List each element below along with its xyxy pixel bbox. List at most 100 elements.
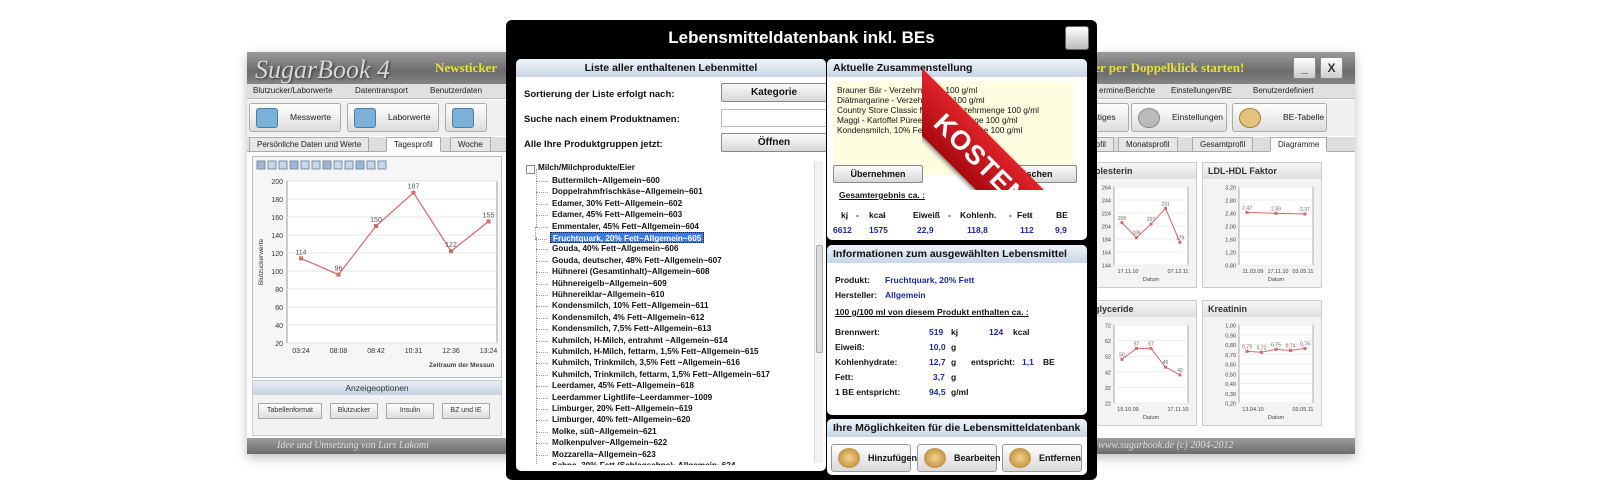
tree-item[interactable]: Emmentaler, 45% Fett~Allgemein~604 bbox=[536, 214, 699, 232]
chart-tool-icon[interactable] bbox=[311, 160, 321, 170]
tab-blutzucker[interactable]: Blutzucker/Laborwerte bbox=[253, 86, 333, 95]
sort-category-button[interactable]: Kategorie bbox=[721, 83, 826, 102]
data-point[interactable] bbox=[374, 224, 378, 228]
blutzucker-button[interactable]: Blutzucker bbox=[330, 403, 378, 419]
tab-benutzerdefiniert[interactable]: Benutzerdefiniert bbox=[1253, 86, 1313, 95]
edit-button[interactable]: Bearbeiten bbox=[917, 444, 1001, 472]
chart-tool-icon[interactable] bbox=[256, 160, 266, 170]
tab-benutzerdaten[interactable]: Benutzerdaten bbox=[430, 86, 482, 95]
data-label: 114 bbox=[295, 249, 306, 256]
tree-item[interactable]: Buttermilch~Allgemein~600 bbox=[536, 168, 660, 186]
chart-tool-icon[interactable] bbox=[344, 160, 354, 170]
tab-persoenliche-daten[interactable]: Persönliche Daten und Werte bbox=[249, 137, 370, 152]
total-value: 22,9 bbox=[917, 225, 934, 235]
chart-tool-icon[interactable] bbox=[355, 160, 365, 170]
composition-line[interactable]: Maggi - Kartoffel Püree - Verzehrmenge 1… bbox=[837, 115, 1069, 125]
data-point[interactable] bbox=[299, 256, 303, 261]
data-point[interactable] bbox=[336, 272, 341, 277]
delete-button[interactable]: Löschen bbox=[991, 165, 1077, 183]
tree-item[interactable]: Leerdammer Lightlife~Leerdammer~1009 bbox=[535, 385, 712, 403]
tree-item[interactable]: Edamer, 45% Fett~Allgemein~603 bbox=[535, 202, 682, 220]
chart-tool-icon[interactable] bbox=[322, 160, 332, 170]
chart-tool-icon[interactable] bbox=[366, 160, 376, 170]
tree-item-selected[interactable]: Fruchtquark, 20% Fett~Allgemein~605 bbox=[534, 226, 705, 244]
composition-line[interactable]: Brauner Bär - Verzehrmenge 100 g/ml bbox=[837, 85, 1069, 95]
tree-item[interactable]: Leerdamer, 45% Fett~Allgemein~618 bbox=[536, 373, 694, 391]
tab-woche[interactable]: Woche bbox=[450, 137, 491, 152]
food-tree[interactable]: Milch/Milchprodukte/Eier Buttermilch~All… bbox=[526, 163, 812, 465]
composition-line[interactable]: Kondensmilch, 10% Fett - Verzehrmenge 10… bbox=[837, 125, 1069, 135]
product-value: Fruchtquark, 20% Fett bbox=[885, 275, 975, 285]
x-axis-label: Datum bbox=[1143, 277, 1160, 283]
tree-item[interactable]: Molke, süß~Allgemein~621 bbox=[536, 419, 657, 437]
tree-item[interactable]: Sahne, 30% Fett (Schlagsahne)~Allgemein~… bbox=[535, 453, 735, 465]
data-label: 186 bbox=[1132, 231, 1141, 237]
total-value: 112 bbox=[1020, 225, 1034, 235]
composition-line[interactable]: Diätmargarine - Verzehrmenge 100 g/ml bbox=[837, 95, 1069, 105]
y-tick-label: 20 bbox=[275, 341, 283, 348]
tree-item[interactable]: Hühnereigelb~Allgemein~609 bbox=[536, 271, 667, 289]
be-tabelle-button[interactable]: BE-Tabelle bbox=[1232, 103, 1327, 132]
tree-item[interactable]: Doppelrahmfrischkäse~Allgemein~601 bbox=[536, 180, 703, 197]
tree-item[interactable]: Hühnereiklar~Allgemein~610 bbox=[535, 282, 664, 300]
einstellungen-button[interactable]: Einstellungen bbox=[1131, 103, 1227, 132]
messwerte-button[interactable]: Messwerte bbox=[249, 103, 341, 132]
tabellenformat-button[interactable]: Tabellenformat bbox=[258, 403, 322, 419]
add-button[interactable]: Hinzufügen bbox=[831, 444, 917, 472]
tab-datentransport[interactable]: Datentransport bbox=[355, 86, 408, 95]
data-point[interactable] bbox=[486, 219, 491, 224]
composition-list[interactable]: Brauner Bär - Verzehrmenge 100 g/ml Diätm… bbox=[833, 81, 1073, 175]
chart-tool-icon[interactable] bbox=[333, 160, 343, 170]
chart-tool-icon[interactable] bbox=[267, 160, 277, 170]
chart-tool-icon[interactable] bbox=[289, 160, 299, 170]
insulin-button[interactable]: Insulin bbox=[386, 403, 434, 419]
tree-item[interactable]: Kondensmilch, 7,5% Fett~Allgemein~613 bbox=[535, 316, 711, 334]
tree-item[interactable]: Limburger, 40% fett~Allgemein~620 bbox=[535, 408, 690, 425]
tab-einstellungen[interactable]: Einstellungen/BE bbox=[1171, 86, 1232, 95]
tree-item[interactable]: Kuhmilch, Trinkmilch, fettarm, 1,5% Fett… bbox=[536, 362, 770, 380]
dialog-close-button[interactable] bbox=[1065, 26, 1089, 50]
tree-item[interactable]: Mozzarella~Allgemein~623 bbox=[536, 442, 656, 460]
tab-tagesprofil[interactable]: Tagesprofil bbox=[386, 137, 441, 152]
tree-item[interactable]: Limburger, 20% Fett~Allgemein~619 bbox=[536, 396, 693, 414]
data-point[interactable] bbox=[411, 190, 416, 195]
total-header: - bbox=[883, 210, 886, 220]
tree-item[interactable]: Gouda, 40% Fett~Allgemein~606 bbox=[536, 237, 679, 254]
chart-tool-icon[interactable] bbox=[300, 160, 310, 170]
tree-item[interactable]: Gouda, deutscher, 48% Fett~Allgemein~607 bbox=[536, 248, 722, 266]
tab-monatsprofil[interactable]: Monatsprofil bbox=[1118, 137, 1178, 152]
chart-tool-icon[interactable] bbox=[377, 160, 387, 170]
news-ticker-hint[interactable]: ker per Doppelklick starten! bbox=[1087, 60, 1244, 76]
chart-tool-icon[interactable] bbox=[278, 160, 288, 170]
laborwerte-button[interactable]: Laborwerte bbox=[347, 103, 439, 132]
news-ticker[interactable]: Newsticker bbox=[435, 60, 497, 76]
bz-und-ie-button[interactable]: BZ und IE bbox=[442, 403, 490, 419]
tab-termine[interactable]: ermine/Berichte bbox=[1099, 86, 1155, 95]
composition-line[interactable]: Country Store Classic Muesli - Verzehrme… bbox=[837, 105, 1069, 115]
total-header: BE bbox=[1056, 210, 1068, 220]
tree-item[interactable]: Kondensmilch, 10% Fett~Allgemein~611 bbox=[536, 294, 709, 311]
remove-button[interactable]: Entfernen bbox=[1002, 444, 1082, 472]
tree-item[interactable]: Kuhmilch, Trinkmilch, 3,5% Fett ~Allgeme… bbox=[536, 351, 740, 368]
tree-group-node[interactable]: Milch/Milchprodukte/Eier bbox=[526, 163, 635, 174]
tree-item[interactable]: Hühnerei (Gesamtinhalt)~Allgemein~608 bbox=[535, 259, 709, 277]
user-button[interactable] bbox=[445, 103, 487, 132]
data-point[interactable] bbox=[449, 249, 453, 254]
search-input[interactable] bbox=[721, 109, 826, 127]
tab-diagramme[interactable]: Diagramme bbox=[1270, 137, 1328, 152]
tree-item[interactable]: Edamer, 30% Fett~Allgemein~602 bbox=[535, 191, 682, 209]
open-groups-button[interactable]: Öffnen bbox=[721, 133, 826, 152]
y-tick-label: 0,40 bbox=[1225, 382, 1236, 388]
product-label: Produkt: bbox=[835, 275, 870, 285]
close-app-button[interactable]: X bbox=[1320, 57, 1343, 79]
list-scrollbar[interactable] bbox=[814, 161, 823, 463]
scrollbar-thumb[interactable] bbox=[816, 245, 823, 353]
tree-item[interactable]: Kuhmilch, H-Milch, fettarm, 1,5% Fett~Al… bbox=[536, 339, 759, 357]
minimize-button[interactable]: _ bbox=[1293, 57, 1316, 79]
laborwerte-label: Laborwerte bbox=[388, 112, 431, 122]
tree-item[interactable]: Kondensmilch, 4% Fett~Allgemein~612 bbox=[535, 305, 704, 323]
tree-item[interactable]: Kuhmilch, H-Milch, entrahmt ~Allgemein~6… bbox=[536, 328, 728, 346]
apply-button[interactable]: Übernehmen bbox=[833, 165, 923, 183]
tab-gesamtprofil[interactable]: Gesamtprofil bbox=[1192, 137, 1254, 152]
tree-item[interactable]: Molkenpulver~Allgemein~622 bbox=[535, 430, 667, 448]
